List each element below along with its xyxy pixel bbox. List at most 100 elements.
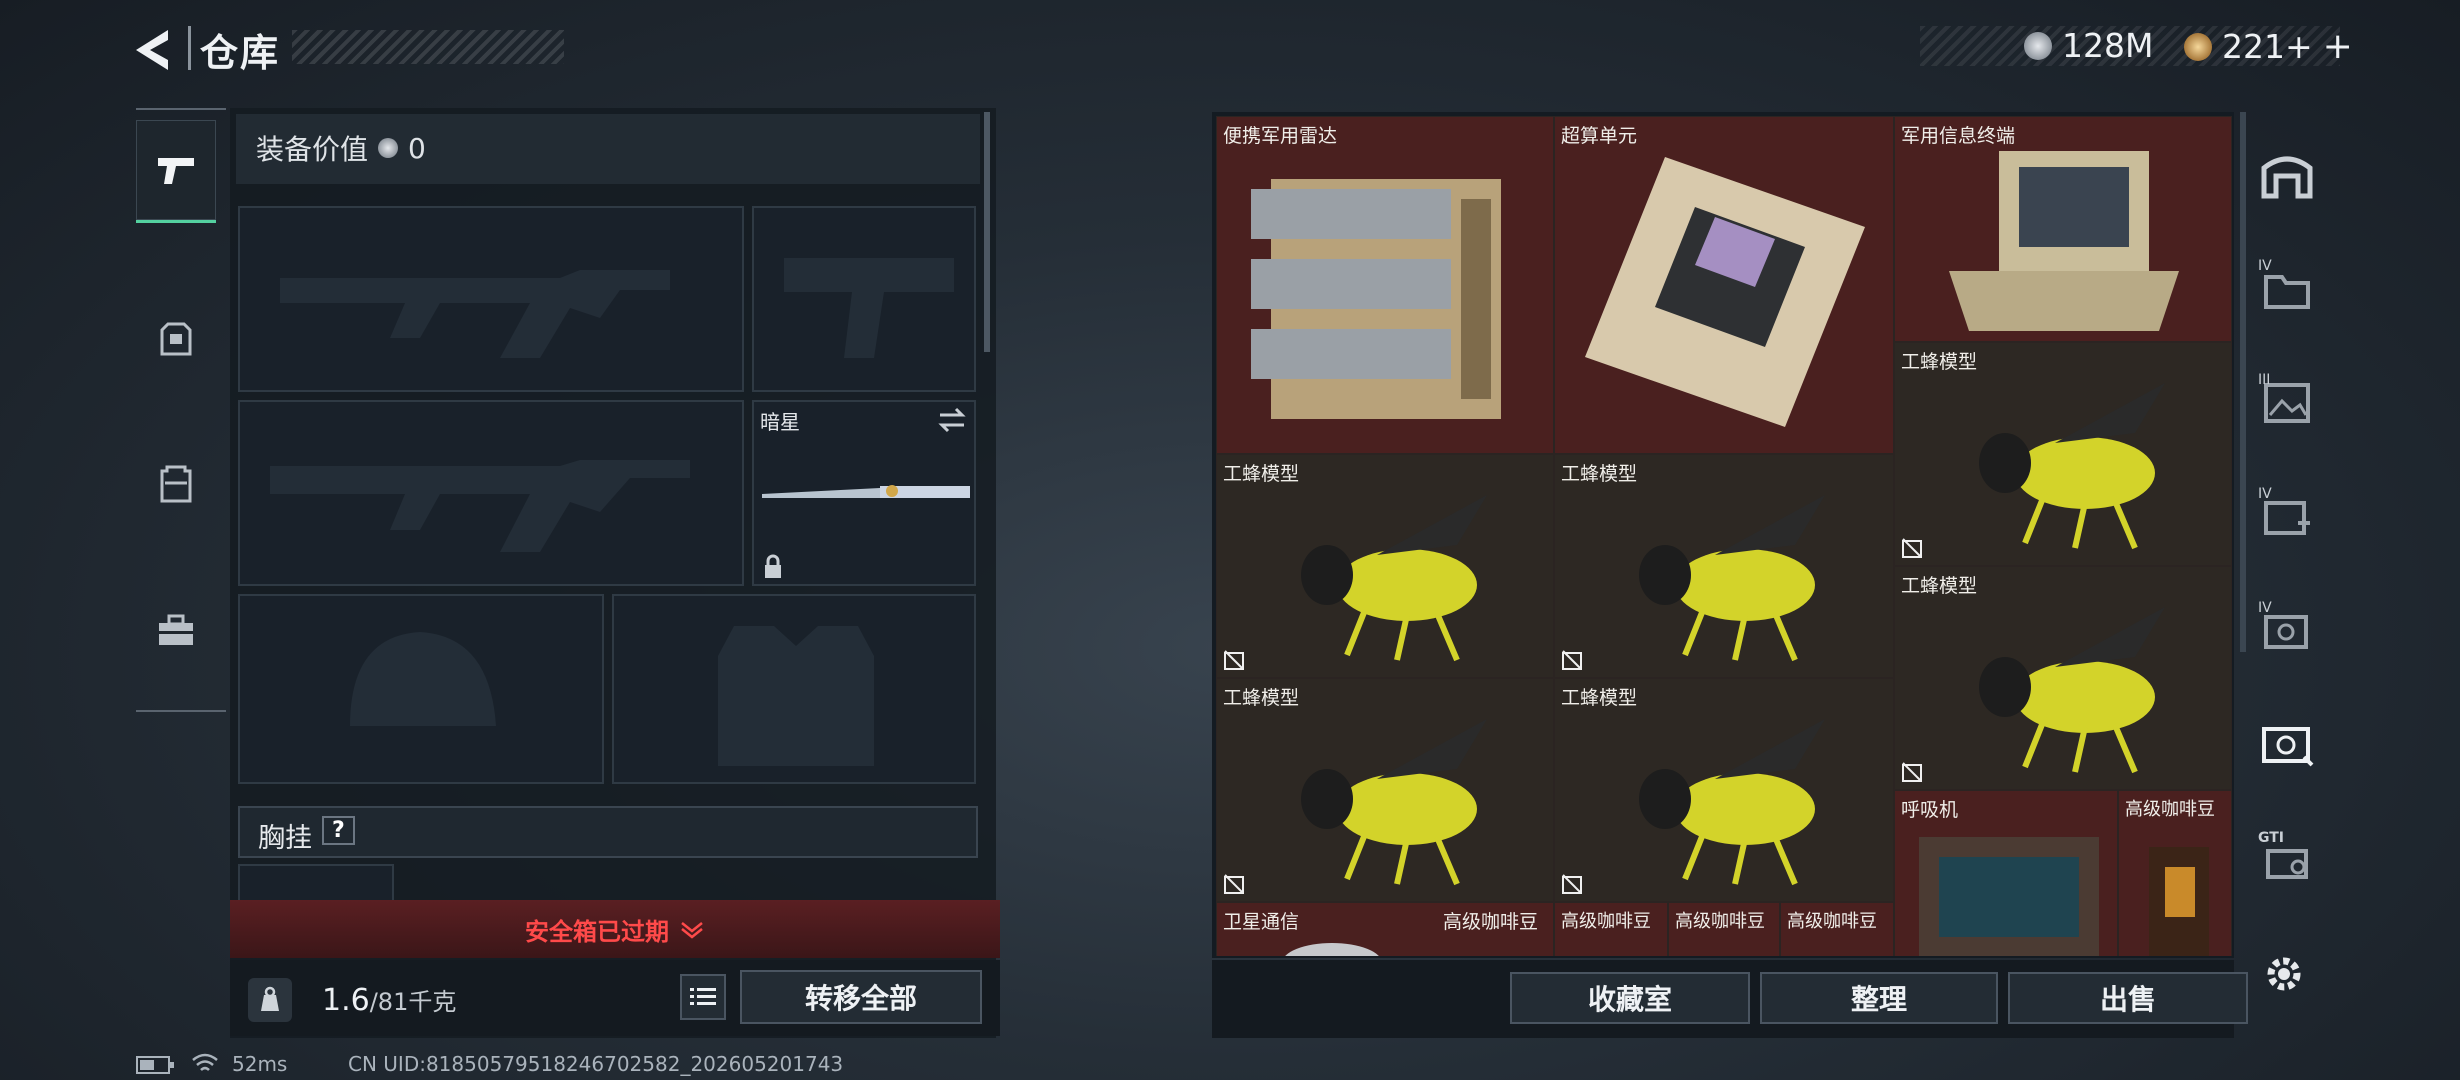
item-bee-model[interactable]: 工蜂模型 — [1554, 454, 1894, 678]
bee-icon — [1301, 495, 1487, 662]
item-name: 高级咖啡豆 — [1675, 911, 1765, 932]
equip-scrollbar[interactable] — [984, 112, 990, 352]
tab-level-label: IV — [2258, 258, 2272, 274]
rifle-silhouette-icon — [280, 270, 670, 358]
transfer-all-button[interactable]: 转移全部 — [740, 970, 982, 1024]
gold-coin-icon — [2184, 32, 2212, 61]
chest-rig-slot[interactable] — [238, 864, 394, 900]
back-arrow-icon — [136, 30, 168, 70]
chevron-down-icon — [681, 922, 703, 939]
backpack-icon — [160, 322, 192, 356]
title-divider — [188, 26, 191, 70]
item-premium-coffee[interactable]: 高级咖啡豆 — [1780, 902, 1894, 956]
armor-slot[interactable] — [612, 594, 976, 784]
item-name: 高级咖啡豆 — [1561, 911, 1651, 932]
list-icon — [690, 988, 716, 1005]
tab-vest[interactable] — [136, 434, 216, 534]
coffee-bag-icon — [2149, 847, 2209, 956]
back-button[interactable] — [128, 22, 178, 78]
tab-backpack[interactable] — [136, 288, 216, 388]
currency-b[interactable]: 221+ + — [2184, 26, 2353, 67]
melee-slot[interactable]: 暗星 — [752, 400, 976, 586]
item-premium-coffee[interactable]: 高级咖啡豆 — [2118, 790, 2232, 956]
secondary-weapon-slot[interactable] — [238, 400, 744, 586]
title-decoration — [292, 30, 564, 64]
swap-icon[interactable] — [936, 406, 968, 434]
ping-readout: 52ms — [232, 1052, 288, 1076]
safe-box-expired-bar[interactable]: 安全箱已过期 — [230, 900, 1000, 958]
armor-silhouette-icon — [718, 626, 874, 766]
item-bee-model[interactable]: 工蜂模型 — [1216, 678, 1554, 902]
item-name: 军用信息终端 — [1901, 125, 2016, 147]
add-currency-icon: + — [2322, 26, 2353, 67]
item-portable-radar[interactable]: 便携军用雷达 — [1216, 116, 1554, 454]
silver-coin-icon — [378, 138, 399, 158]
item-bee-model[interactable]: 工蜂模型 — [1894, 342, 2232, 566]
collection-room-button[interactable]: 收藏室 — [1510, 972, 1750, 1024]
primary-weapon-slot[interactable] — [238, 206, 744, 392]
item-name: 高级咖啡豆 — [1787, 911, 1877, 932]
no-trade-icon — [1902, 538, 1922, 558]
item-premium-coffee[interactable]: 高级咖啡豆 — [1668, 902, 1780, 956]
item-name: 卫星通信 — [1223, 911, 1300, 933]
terminal-icon — [1949, 151, 2179, 331]
settings-button[interactable] — [2262, 952, 2306, 996]
weight-readout: 1.6/81千克 — [322, 982, 456, 1018]
rifle-silhouette-icon — [270, 460, 690, 552]
item-bee-model[interactable]: 工蜂模型 — [1554, 678, 1894, 902]
tab-toolbox[interactable] — [136, 580, 216, 680]
sell-button[interactable]: 出售 — [2008, 972, 2248, 1024]
tab-gti[interactable]: GTI — [2246, 804, 2328, 914]
helmet-slot[interactable] — [238, 594, 604, 784]
item-name: 便携军用雷达 — [1223, 125, 1338, 147]
tab-storage-iv-b[interactable]: IV — [2246, 462, 2328, 572]
item-name: 高级咖啡豆 — [1443, 911, 1539, 933]
item-premium-coffee[interactable]: 高级咖啡豆 — [1554, 902, 1668, 956]
weight-max: /81千克 — [369, 988, 457, 1016]
tab-level-label: IV — [2258, 600, 2272, 616]
tab-storage-iv-c[interactable]: IV — [2246, 576, 2328, 686]
item-supercomputing-unit[interactable]: 超算单元 — [1554, 116, 1894, 454]
lock-icon — [765, 554, 781, 578]
chest-rig-label: 胸挂 — [258, 823, 312, 854]
item-ventilator[interactable]: 呼吸机 — [1894, 790, 2118, 956]
equip-value-label: 装备价值 — [256, 133, 369, 166]
warehouse-icon — [2261, 156, 2313, 199]
tab-storage-iv-a[interactable]: IV — [2246, 234, 2328, 344]
no-trade-icon — [1902, 762, 1922, 782]
organize-button[interactable]: 整理 — [1760, 972, 1998, 1024]
vest-icon — [160, 465, 192, 503]
toolbox-icon — [159, 614, 193, 645]
equip-value: 装备价值 0 — [256, 128, 426, 168]
weight-current: 1.6 — [322, 983, 370, 1018]
help-icon[interactable]: ? — [322, 816, 355, 845]
equip-value-number: 0 — [408, 131, 426, 165]
item-military-terminal[interactable]: 军用信息终端 — [1894, 116, 2232, 342]
chest-rig-row[interactable]: 胸挂 ? — [238, 806, 978, 858]
no-trade-icon — [1224, 650, 1244, 670]
tabs-bottom-line — [136, 710, 226, 712]
user-uid: CN UID:81850579518246702582_202605201743 — [348, 1052, 844, 1076]
currency-b-value: 221+ — [2222, 27, 2313, 66]
helmet-silhouette-icon — [350, 632, 496, 726]
tab-level-label: III — [2258, 372, 2271, 388]
page-title: 仓库 — [200, 31, 281, 75]
currency-a[interactable]: 128M — [2024, 26, 2153, 65]
item-satellite-comm[interactable]: 卫星通信 高级咖啡豆 — [1216, 902, 1554, 956]
item-bee-model[interactable]: 工蜂模型 — [1894, 566, 2232, 790]
no-trade-icon — [1224, 874, 1244, 894]
pistol-icon — [158, 158, 194, 184]
knife-icon — [762, 485, 970, 498]
tab-valuables[interactable] — [2246, 690, 2328, 800]
tab-weapon[interactable] — [136, 120, 216, 223]
ventilator-icon — [1919, 837, 2099, 956]
item-bee-model[interactable]: 工蜂模型 — [1216, 454, 1554, 678]
pistol-slot[interactable] — [752, 206, 976, 392]
circuit-board-icon — [1585, 157, 1865, 427]
no-trade-icon — [1562, 874, 1582, 894]
storage-grid: 便携军用雷达 超算单元 军用信息终端 工蜂模型 工蜂模型 工蜂模型 工蜂模型 工… — [1216, 116, 2232, 956]
tab-all-storage[interactable] — [2246, 120, 2328, 230]
tab-storage-iii[interactable]: III — [2246, 348, 2328, 458]
wifi-icon — [192, 1053, 218, 1071]
list-view-button[interactable] — [680, 974, 726, 1020]
